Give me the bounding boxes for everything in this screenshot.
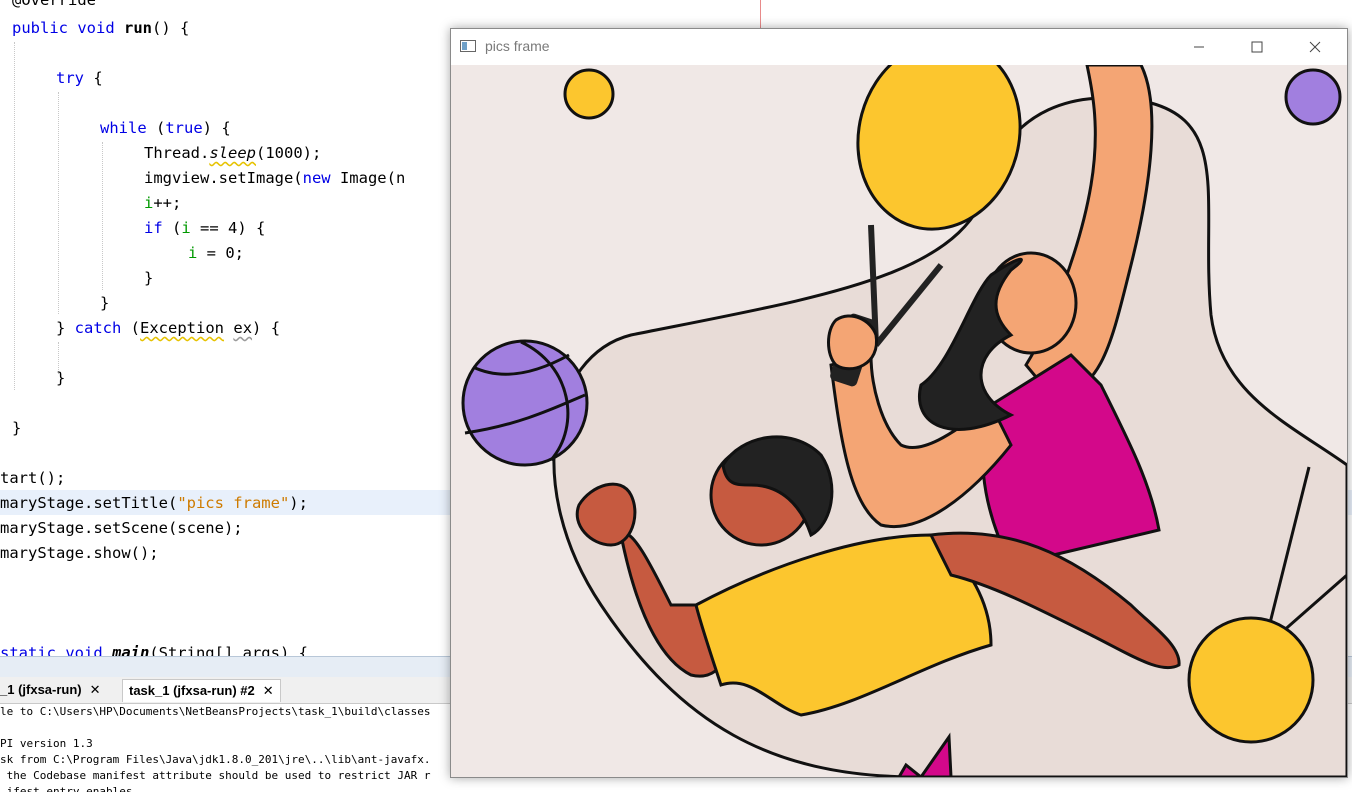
purple-ball [461, 339, 589, 467]
code-line: maryStage.setTitle("pics frame"); [0, 491, 308, 516]
code-token: public void [12, 19, 124, 37]
code-token: @Override [12, 0, 96, 9]
code-line: maryStage.show(); [0, 541, 159, 566]
pics-frame-window[interactable]: pics frame [450, 28, 1348, 778]
purple-dot [1284, 68, 1342, 126]
code-line: @Override [12, 0, 96, 13]
code-line: while (true) { [100, 116, 231, 141]
code-line: maryStage.setScene(scene); [0, 516, 243, 541]
indent-guide [102, 142, 103, 290]
maximize-icon [1251, 41, 1263, 53]
code-token: { [84, 69, 103, 87]
code-token: == 4) { [190, 219, 266, 237]
yellow-dot-small [563, 68, 615, 120]
code-token: } [56, 319, 75, 337]
code-line: static void main(String[] args) { [0, 641, 308, 656]
code-token: ); [289, 494, 308, 512]
code-token: true [165, 119, 203, 137]
code-token: Exception [140, 319, 225, 337]
code-token: run [123, 19, 152, 37]
code-line: imgview.setImage(new Image(n [144, 166, 405, 191]
right-margin-line [760, 0, 761, 30]
code-line: i++; [144, 191, 181, 216]
close-icon [1309, 41, 1321, 53]
code-token: "pics frame" [177, 494, 290, 512]
window-title: pics frame [485, 38, 550, 54]
code-line: public void run() { [12, 16, 189, 41]
code-token: maryStage.setScene(scene); [0, 519, 243, 537]
code-token: i [144, 194, 154, 212]
code-token: try [56, 69, 84, 87]
code-token: ex [233, 319, 253, 337]
code-token: = 0; [197, 244, 245, 262]
code-token: maryStage.show(); [0, 544, 159, 562]
code-line: i = 0; [188, 241, 244, 266]
close-icon[interactable]: ✕ [90, 682, 101, 697]
code-token: ( [146, 119, 166, 137]
code-token: } [56, 369, 66, 387]
code-token: i [181, 219, 191, 237]
girl-hand [827, 314, 878, 371]
indent-guide [58, 92, 59, 314]
code-token: imgview.setImage( [144, 169, 303, 187]
code-token: } [100, 294, 110, 312]
code-token: () { [151, 19, 190, 37]
close-icon[interactable]: ✕ [263, 683, 274, 698]
code-token: if [144, 219, 163, 237]
code-token: static void [0, 644, 112, 656]
code-token: } [12, 419, 22, 437]
code-token: (1000); [256, 144, 322, 162]
code-line: } [144, 266, 153, 291]
code-token: ) { [202, 119, 231, 137]
code-token: new [302, 169, 331, 187]
code-token: maryStage.setTitle( [0, 494, 178, 512]
code-line: } [100, 291, 109, 316]
yellow-ball [1187, 616, 1315, 744]
output-tab-run-2[interactable]: task_1 (jfxsa-run) #2 ✕ [122, 679, 281, 702]
code-line: Thread.sleep(1000); [144, 141, 321, 166]
output-line: the Codebase manifest attribute should b… [0, 769, 431, 782]
output-line: sk from C:\Program Files\Java\jdk1.8.0_2… [0, 753, 431, 766]
code-line: try { [56, 66, 103, 91]
code-line: } [56, 366, 65, 391]
code-line: } [12, 416, 21, 441]
code-token: ++; [153, 194, 182, 212]
window-titlebar[interactable]: pics frame [451, 29, 1347, 65]
maximize-button[interactable] [1228, 29, 1286, 65]
code-token: Thread. [144, 144, 210, 162]
code-token: Image(n [330, 169, 406, 187]
code-token: (String[] args) { [149, 644, 308, 656]
code-token: while [100, 119, 147, 137]
code-token: i [188, 244, 198, 262]
code-token: ) { [252, 319, 281, 337]
output-line: PI version 1.3 [0, 737, 93, 750]
output-tab-label: _1 (jfxsa-run) [0, 682, 82, 697]
code-token: sleep [209, 144, 256, 162]
close-button[interactable] [1286, 29, 1344, 65]
output-tab-label: task_1 (jfxsa-run) #2 [129, 683, 255, 698]
code-token: tart(); [0, 469, 66, 487]
output-line: le to C:\Users\HP\Documents\NetBeansProj… [0, 705, 431, 718]
code-line: tart(); [0, 466, 65, 491]
minimize-icon [1194, 46, 1204, 48]
output-tab-run[interactable]: _1 (jfxsa-run) ✕ [0, 679, 107, 701]
code-token: main [111, 644, 150, 656]
indent-guide [14, 42, 15, 390]
code-line: if (i == 4) { [144, 216, 265, 241]
code-token: catch [74, 319, 122, 337]
code-token: ( [162, 219, 182, 237]
output-line: ifest entry enables ... [0, 785, 159, 792]
app-window-icon [460, 40, 476, 52]
image-view [451, 65, 1347, 777]
code-token: } [144, 269, 154, 287]
minimize-button[interactable] [1170, 29, 1228, 65]
code-token: ( [121, 319, 141, 337]
code-line: } catch (Exception ex) { [56, 316, 280, 341]
